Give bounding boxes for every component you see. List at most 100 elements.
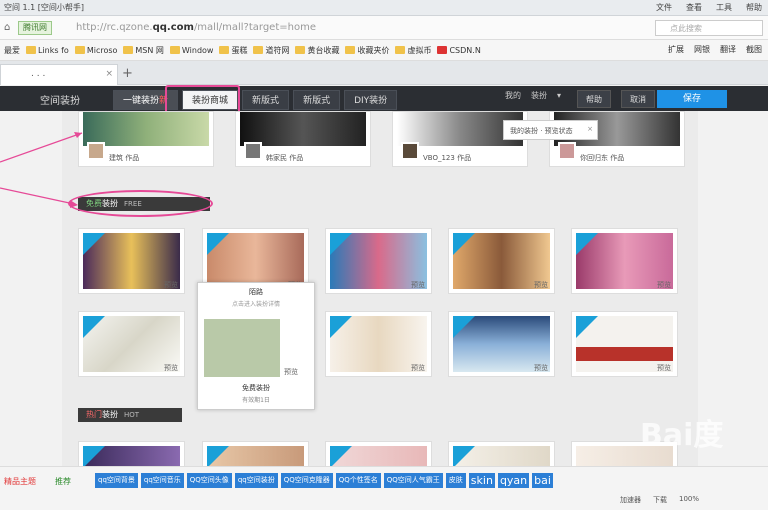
preview-button[interactable]: 预览 <box>411 363 425 373</box>
status-link[interactable]: qq空间背景 <box>95 473 138 488</box>
extensions-button[interactable]: 扩展 <box>668 44 684 55</box>
preview-button[interactable]: 预览 <box>284 367 298 377</box>
header-user-menu: 我的 装扮 ▾ <box>505 90 561 101</box>
bookmark-item[interactable]: 最爱 <box>4 45 20 56</box>
tab-strip: . . . × + <box>0 61 768 85</box>
status-link[interactable]: QQ空间克隆器 <box>280 473 333 488</box>
popup-name: 免费装扮 <box>242 384 270 392</box>
folder-icon <box>26 46 36 54</box>
status-link[interactable]: QQ个性签名 <box>335 473 381 488</box>
theme-card[interactable]: 预览 <box>325 311 432 377</box>
preview-button[interactable]: 预览 <box>657 280 671 290</box>
theme-card[interactable] <box>78 441 185 466</box>
bookmark-item[interactable]: Microso <box>74 46 117 55</box>
avatar <box>87 142 105 160</box>
status-recommend[interactable]: 推荐 <box>55 476 71 487</box>
theme-card[interactable]: 预览 <box>448 311 555 377</box>
theme-card[interactable]: 预览 <box>78 228 185 294</box>
avatar <box>401 142 419 160</box>
preview-button[interactable]: 预览 <box>164 363 178 373</box>
popup-validity: 有效期1日 <box>242 397 270 404</box>
preview-tooltip: 我的装扮 · 预览状态 × <box>503 120 598 140</box>
theme-thumbnail <box>240 112 366 146</box>
bookmark-item[interactable]: CSDN.N <box>437 46 481 55</box>
url-field[interactable]: http://rc.qzone.qq.com/mall/mall?target=… <box>76 22 316 33</box>
author-label: VBO_123 作品 <box>423 154 472 162</box>
theme-card[interactable]: 韩家民 作品 <box>235 111 371 167</box>
cancel-button[interactable]: 取消 <box>621 90 655 108</box>
bookmark-item[interactable]: 收藏夹价 <box>345 45 389 56</box>
preview-button[interactable]: 预览 <box>657 363 671 373</box>
bookmark-item[interactable]: 虚拟币 <box>395 45 431 56</box>
secure-badge[interactable]: 腾讯网 <box>18 21 52 35</box>
menu-tools[interactable]: 工具 <box>716 2 732 13</box>
translate-button[interactable]: 翻译 <box>720 44 736 55</box>
free-corner-badge <box>453 316 475 338</box>
new-tab-button[interactable]: + <box>122 66 133 81</box>
content-panel: 建筑 作品 韩家民 作品 VBO_123 作品 你回归东 作品 免费装扮 FREE… <box>62 111 698 466</box>
status-link[interactable]: 皮肤 <box>445 473 466 488</box>
menu-file[interactable]: 文件 <box>656 2 672 13</box>
menu-view[interactable]: 查看 <box>686 2 702 13</box>
theme-card[interactable]: 预览 <box>78 311 185 377</box>
status-link[interactable]: QQ空间头像 <box>186 473 232 488</box>
theme-card[interactable] <box>202 441 309 466</box>
free-corner-badge <box>576 233 598 255</box>
my-link[interactable]: 我的 <box>505 90 521 101</box>
save-button[interactable]: 保存 <box>657 90 727 108</box>
popup-thumbnail <box>204 319 280 377</box>
theme-card[interactable]: 预览 <box>325 228 432 294</box>
folder-icon <box>219 46 230 54</box>
dress-link[interactable]: 装扮 <box>531 90 547 101</box>
home-icon[interactable]: ⌂ <box>4 22 10 33</box>
accelerator-button[interactable]: 加速器 <box>620 495 641 505</box>
search-input[interactable]: 点此搜索 <box>655 20 763 36</box>
theme-card[interactable]: 预览 <box>448 228 555 294</box>
close-icon[interactable]: × <box>587 125 593 133</box>
avatar <box>244 142 262 160</box>
preview-button[interactable]: 预览 <box>534 363 548 373</box>
status-link[interactable]: qq空间装扮 <box>234 473 278 488</box>
bank-button[interactable]: 网银 <box>694 44 710 55</box>
bookmark-item[interactable]: MSN 网 <box>123 45 164 56</box>
theme-card[interactable] <box>448 441 555 466</box>
close-tab-icon[interactable]: × <box>105 69 113 79</box>
theme-card[interactable]: 预览 <box>571 228 678 294</box>
bookmark-item[interactable]: Window <box>169 46 213 55</box>
status-link[interactable]: bai <box>532 473 553 488</box>
preview-button[interactable]: 预览 <box>411 280 425 290</box>
nav-new-layout-2[interactable]: 新版式 <box>293 90 341 110</box>
bookmark-item[interactable]: Links fo <box>26 46 69 55</box>
window-titlebar: 空间 1.1 [空间小帮手] 文件 查看 工具 帮助 <box>0 0 768 16</box>
theme-card[interactable]: 预览 <box>571 311 678 377</box>
download-button[interactable]: 下载 <box>653 495 667 505</box>
status-link[interactable]: qyan <box>497 473 530 488</box>
section-highlight-annotation <box>68 190 213 217</box>
hover-popup-card[interactable]: 陌路 点击进入装扮详情 预览 免费装扮 有效期1日 <box>197 282 315 410</box>
preview-button[interactable]: 预览 <box>164 280 178 290</box>
nav-diy[interactable]: DIY装扮 <box>344 90 398 110</box>
bookmark-item[interactable]: 蛋糕 <box>219 45 247 56</box>
theme-card[interactable]: 建筑 作品 <box>78 111 214 167</box>
zoom-level[interactable]: 100% <box>679 495 699 505</box>
screenshot-button[interactable]: 截图 <box>746 44 762 55</box>
status-link[interactable]: QQ空间人气霸王 <box>383 473 443 488</box>
free-corner-badge <box>453 233 475 255</box>
status-link[interactable]: qq空间音乐 <box>140 473 184 488</box>
site-logo[interactable]: 空间装扮 <box>40 92 80 107</box>
browser-tab[interactable]: . . . × <box>0 64 118 85</box>
bookmark-item[interactable]: 黄台收藏 <box>295 45 339 56</box>
chevron-down-icon[interactable]: ▾ <box>557 91 561 100</box>
menu-help[interactable]: 帮助 <box>746 2 762 13</box>
help-button[interactable]: 帮助 <box>577 90 611 108</box>
status-theme-link[interactable]: 精品主题 <box>4 476 36 487</box>
address-bar: ⌂ 腾讯网 http://rc.qzone.qq.com/mall/mall?t… <box>0 16 768 40</box>
hot-corner-badge <box>83 446 105 466</box>
preview-button[interactable]: 预览 <box>534 280 548 290</box>
nav-new-layout[interactable]: 新版式 <box>242 90 290 110</box>
hot-corner-badge <box>453 446 475 466</box>
baidu-watermark: Bai度 <box>640 418 724 453</box>
bookmark-item[interactable]: 道符网 <box>253 45 289 56</box>
status-link[interactable]: skin <box>468 473 495 488</box>
theme-card[interactable] <box>325 441 432 466</box>
